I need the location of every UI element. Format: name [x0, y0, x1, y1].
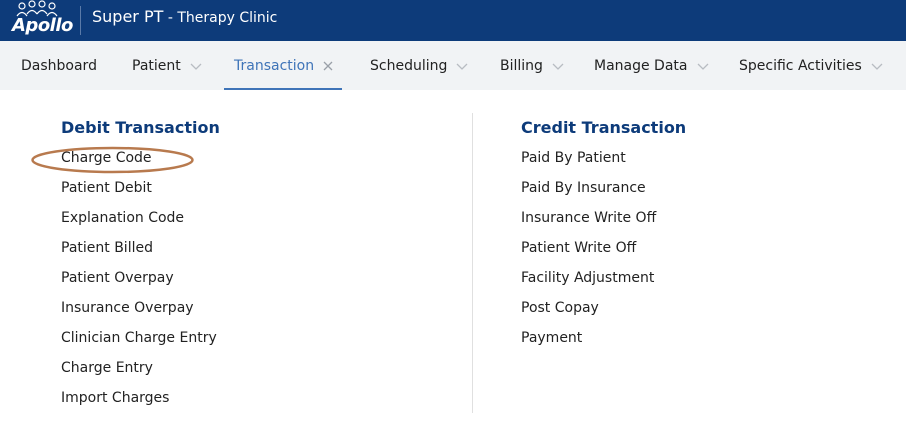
nav-transaction[interactable]: Transaction [224, 41, 343, 90]
nav-scheduling-label: Scheduling [370, 57, 448, 74]
nav-specific-activities[interactable]: Specific Activities [739, 41, 884, 90]
menu-item-clinician-charge-entry[interactable]: Clinician Charge Entry [61, 330, 217, 346]
menu-item-insurance-write-off[interactable]: Insurance Write Off [521, 210, 656, 226]
app-subtitle: - Therapy Clinic [163, 10, 278, 26]
nav-specific-activities-label: Specific Activities [739, 57, 862, 74]
menu-item-patient-write-off[interactable]: Patient Write Off [521, 240, 636, 256]
menu-item-paid-by-patient[interactable]: Paid By Patient [521, 150, 626, 166]
menu-item-charge-entry[interactable]: Charge Entry [61, 360, 153, 376]
menu-item-facility-adjustment[interactable]: Facility Adjustment [521, 270, 654, 286]
nav-patient[interactable]: Patient [132, 41, 203, 90]
credit-transaction-heading: Credit Transaction [521, 118, 687, 137]
nav-manage-data[interactable]: Manage Data [594, 41, 710, 90]
menu-item-post-copay[interactable]: Post Copay [521, 300, 599, 316]
nav-billing[interactable]: Billing [500, 41, 565, 90]
nav-patient-label: Patient [132, 57, 181, 74]
main-nav: Dashboard Patient Transaction Scheduling… [0, 41, 906, 90]
menu-item-import-charges[interactable]: Import Charges [61, 390, 169, 406]
chevron-down-icon [190, 63, 202, 70]
menu-item-patient-billed[interactable]: Patient Billed [61, 240, 153, 256]
nav-billing-label: Billing [500, 57, 543, 74]
menu-item-payment[interactable]: Payment [521, 330, 582, 346]
chevron-down-icon [456, 63, 468, 70]
menu-item-patient-debit[interactable]: Patient Debit [61, 180, 152, 196]
menu-item-insurance-overpay[interactable]: Insurance Overpay [61, 300, 194, 316]
column-divider [472, 113, 473, 413]
chevron-down-icon [697, 63, 708, 70]
menu-item-charge-code[interactable]: Charge Code [61, 150, 152, 166]
menu-item-patient-overpay[interactable]: Patient Overpay [61, 270, 174, 286]
close-icon[interactable] [322, 60, 334, 72]
chevron-down-icon [871, 63, 883, 70]
nav-dashboard-label: Dashboard [21, 57, 97, 74]
menu-item-explanation-code[interactable]: Explanation Code [61, 210, 184, 226]
menu-item-paid-by-insurance[interactable]: Paid By Insurance [521, 180, 646, 196]
app-header: Apollo Super PT - Therapy Clinic [0, 0, 906, 41]
active-tab-underline [224, 88, 343, 90]
nav-transaction-label: Transaction [234, 57, 315, 74]
apollo-logo[interactable]: Apollo [8, 0, 73, 41]
app-title: Super PT - Therapy Clinic [92, 7, 277, 26]
debit-transaction-heading: Debit Transaction [61, 118, 220, 137]
nav-scheduling[interactable]: Scheduling [370, 41, 469, 90]
header-divider [80, 6, 81, 35]
chevron-down-icon [552, 63, 564, 70]
app-name: Super PT [92, 7, 164, 26]
nav-dashboard[interactable]: Dashboard [21, 41, 97, 90]
logo-text: Apollo [12, 15, 73, 36]
nav-manage-data-label: Manage Data [594, 57, 688, 74]
